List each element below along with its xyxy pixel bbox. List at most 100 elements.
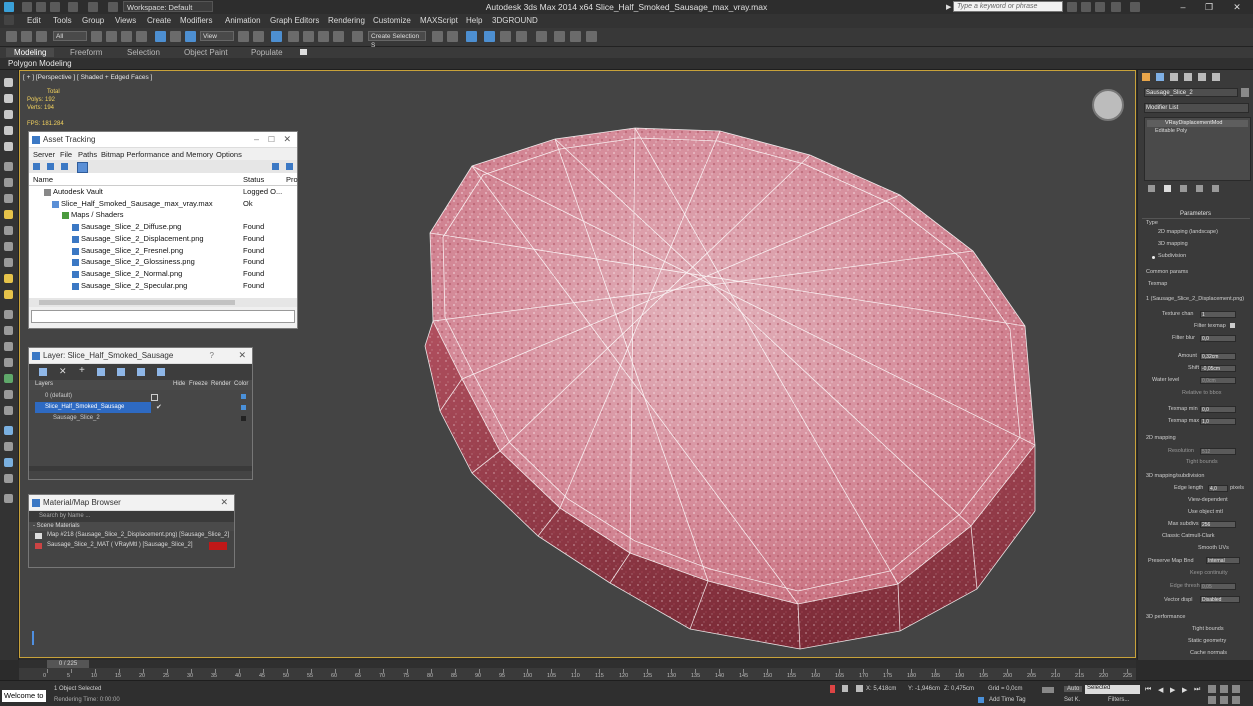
play-icon[interactable]: ▶ bbox=[1170, 686, 1175, 694]
layer-dialog[interactable]: Layer: Slice_Half_Smoked_Sausage ? ✕ ✕ +… bbox=[28, 347, 253, 480]
edge-length-input[interactable]: 4,0 bbox=[1208, 485, 1228, 492]
set-key-button[interactable]: Set K. bbox=[1064, 697, 1080, 703]
subscription-icon[interactable] bbox=[1081, 2, 1091, 12]
radio-subdivision[interactable]: Subdivision bbox=[1158, 253, 1186, 259]
graphite-toolset-icon[interactable] bbox=[484, 31, 495, 42]
angle-snap-icon[interactable] bbox=[303, 31, 314, 42]
menu-tools[interactable]: Tools bbox=[53, 16, 72, 25]
strip-icon-22[interactable] bbox=[4, 426, 13, 435]
strip-icon-15[interactable] bbox=[4, 310, 13, 319]
add-time-tag[interactable]: Add Time Tag bbox=[989, 697, 1026, 703]
tree-row[interactable]: Sausage_Slice_2_Displacement.png Found bbox=[31, 233, 297, 245]
texture-chan-input[interactable]: 1 bbox=[1200, 311, 1236, 318]
align-icon[interactable] bbox=[447, 31, 458, 42]
unlink-icon[interactable] bbox=[21, 31, 32, 42]
minimize-icon[interactable]: – bbox=[1170, 0, 1196, 14]
strip-icon-11[interactable] bbox=[4, 242, 13, 251]
strip-icon-8[interactable] bbox=[4, 194, 13, 203]
menu-app-icon[interactable] bbox=[4, 15, 14, 25]
coord-z[interactable]: Z: 0,475cm bbox=[944, 686, 974, 692]
strip-icon-13[interactable] bbox=[4, 274, 13, 283]
tree-row[interactable]: Autodesk Vault Logged O... bbox=[31, 186, 297, 198]
strip-icon-23[interactable] bbox=[4, 442, 13, 451]
menu-group[interactable]: Group bbox=[82, 16, 104, 25]
help-icon[interactable] bbox=[1130, 2, 1140, 12]
radio-3d-mapping[interactable]: 3D mapping bbox=[1158, 241, 1188, 247]
col-layers[interactable]: Layers bbox=[35, 381, 53, 387]
edit-named-selection-icon[interactable] bbox=[352, 31, 363, 42]
key-filters-button[interactable]: Filters... bbox=[1108, 697, 1129, 703]
pin-stack-icon[interactable] bbox=[1148, 185, 1155, 192]
scrollbar-thumb[interactable] bbox=[39, 300, 235, 305]
utilities-tab-icon[interactable] bbox=[1212, 73, 1220, 81]
strip-icon-26[interactable] bbox=[4, 494, 13, 503]
menu-views[interactable]: Views bbox=[115, 16, 136, 25]
asset-tool-icon-4[interactable] bbox=[77, 162, 88, 173]
curve-editor-icon[interactable] bbox=[500, 31, 511, 42]
texmap-button[interactable]: 1 (Sausage_Slice_2_Displacement.png) bbox=[1146, 296, 1244, 302]
material-editor-icon[interactable] bbox=[536, 31, 547, 42]
layer-titlebar[interactable]: Layer: Slice_Half_Smoked_Sausage ? ✕ bbox=[29, 348, 252, 364]
orbit-icon[interactable] bbox=[1232, 696, 1240, 704]
asset-help-icon[interactable] bbox=[272, 163, 279, 170]
tree-row[interactable]: Slice_Half_Smoked_Sausage_max_vray.max Ok bbox=[31, 198, 297, 210]
select-by-name-icon[interactable] bbox=[106, 31, 117, 42]
select-manipulate-icon[interactable] bbox=[253, 31, 264, 42]
col-freeze[interactable]: Freeze bbox=[189, 381, 208, 387]
column-status[interactable]: Status bbox=[243, 175, 264, 184]
tree-row[interactable]: Sausage_Slice_2_Diffuse.png Found bbox=[31, 221, 297, 233]
preserve-map-bnd-dropdown[interactable]: Internal bbox=[1206, 557, 1240, 564]
viewcube-icon[interactable] bbox=[1092, 89, 1124, 121]
tree-row[interactable]: Sausage_Slice_2_Specular.png Found bbox=[31, 280, 297, 292]
menu-paths[interactable]: Paths bbox=[78, 150, 97, 159]
tab-selection[interactable]: Selection bbox=[127, 48, 160, 57]
motion-tab-icon[interactable] bbox=[1184, 73, 1192, 81]
render-production-icon[interactable] bbox=[586, 31, 597, 42]
tab-object-paint[interactable]: Object Paint bbox=[184, 48, 228, 57]
maxscript-listener[interactable]: Welcome to bbox=[2, 690, 46, 702]
material-item[interactable]: Sausage_Slice_2_MAT ( VRayMtl ) [Sausage… bbox=[29, 541, 234, 551]
coord-y[interactable]: Y: -1,946cm bbox=[908, 686, 940, 692]
material-browser-close-icon[interactable]: ✕ bbox=[220, 495, 228, 510]
schematic-view-icon[interactable] bbox=[516, 31, 527, 42]
lock-icon[interactable] bbox=[842, 685, 848, 692]
scene-materials-group[interactable]: - Scene Materials bbox=[29, 522, 234, 531]
zoom-all-icon[interactable] bbox=[1220, 685, 1228, 693]
menu-bitmap-performance[interactable]: Bitmap Performance and Memory bbox=[101, 150, 213, 159]
material-search-input[interactable]: Search by Name ... bbox=[39, 513, 90, 519]
strip-icon-16[interactable] bbox=[4, 326, 13, 335]
strip-icon-18[interactable] bbox=[4, 358, 13, 367]
hide-all-icon[interactable] bbox=[137, 368, 145, 376]
strip-icon-1[interactable] bbox=[4, 78, 13, 87]
dialog-maximize-icon[interactable]: ☐ bbox=[268, 132, 275, 147]
menu-server[interactable]: Server bbox=[33, 150, 55, 159]
zoom-extents-icon[interactable] bbox=[1232, 685, 1240, 693]
strip-icon-17[interactable] bbox=[4, 342, 13, 351]
radio-2d-mapping[interactable]: 2D mapping (landscape) bbox=[1158, 229, 1218, 235]
zoom-icon[interactable] bbox=[1208, 685, 1216, 693]
dialog-minimize-icon[interactable]: – bbox=[254, 132, 259, 147]
binoculars-icon[interactable] bbox=[1067, 2, 1077, 12]
window-crossing-icon[interactable] bbox=[136, 31, 147, 42]
layer-row[interactable]: 0 (default) bbox=[35, 391, 246, 402]
col-render[interactable]: Render bbox=[211, 381, 231, 387]
strip-icon-24[interactable] bbox=[4, 458, 13, 467]
select-object-icon[interactable] bbox=[91, 31, 102, 42]
amount-input[interactable]: 0,32cm bbox=[1200, 353, 1236, 360]
texmap-min-input[interactable]: 0,0 bbox=[1200, 406, 1236, 413]
percent-snap-icon[interactable] bbox=[318, 31, 329, 42]
previous-frame-icon[interactable]: ◀ bbox=[1158, 686, 1163, 694]
new-layer-icon[interactable] bbox=[39, 368, 47, 376]
add-to-layer-icon[interactable]: + bbox=[79, 365, 85, 376]
tree-row[interactable]: Maps / Shaders bbox=[31, 209, 297, 221]
show-end-result-icon[interactable] bbox=[1164, 185, 1171, 192]
vector-displ-dropdown[interactable]: Disabled bbox=[1200, 596, 1240, 603]
keyboard-shortcut-override-icon[interactable] bbox=[271, 31, 282, 42]
tree-row[interactable]: Sausage_Slice_2_Glossiness.png Found bbox=[31, 256, 297, 268]
material-map-browser[interactable]: Material/Map Browser ✕ Search by Name ..… bbox=[28, 494, 235, 568]
asset-refresh-icon[interactable] bbox=[286, 163, 293, 170]
menu-file[interactable]: File bbox=[60, 150, 72, 159]
asset-tracking-titlebar[interactable]: Asset Tracking – ☐ ✕ bbox=[29, 132, 297, 148]
layer-row[interactable]: Sausage_Slice_2 bbox=[35, 413, 246, 424]
polygon-modeling-label[interactable]: Polygon Modeling bbox=[8, 59, 72, 68]
